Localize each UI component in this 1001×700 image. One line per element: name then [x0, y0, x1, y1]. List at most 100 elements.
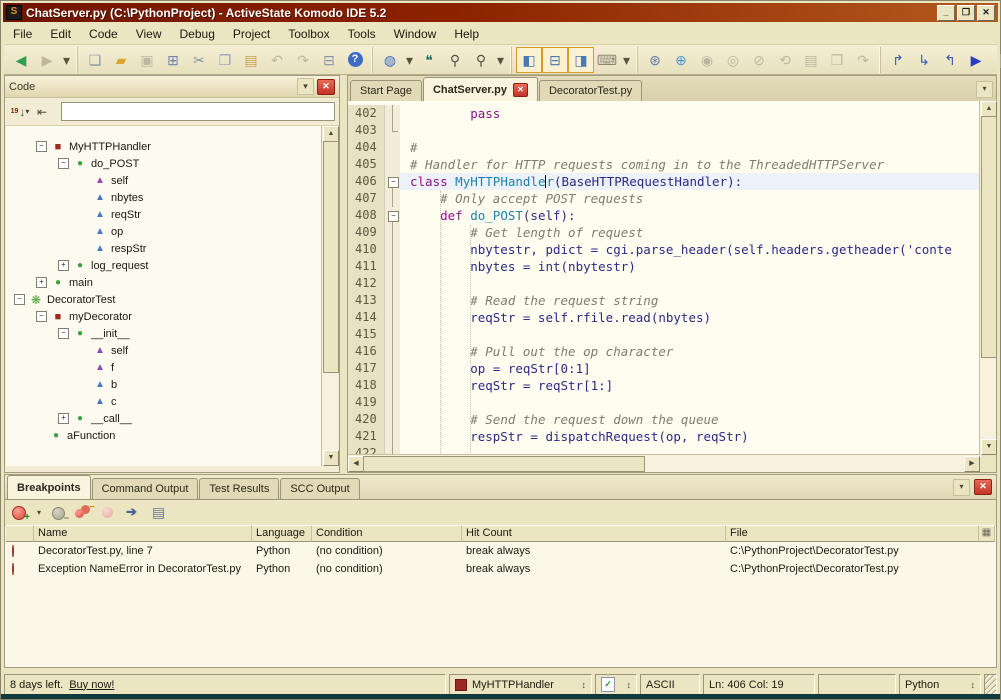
find-in-files-button[interactable]: ⚲	[468, 47, 494, 73]
code-panel-dropdown[interactable]: ▾	[297, 78, 314, 95]
breakpoint-properties-button[interactable]	[148, 503, 170, 523]
code-line-412[interactable]: 412	[348, 275, 980, 292]
column-header-language[interactable]: Language	[252, 525, 312, 542]
tree-item-init[interactable]: −●__init__	[6, 325, 321, 342]
tree-item-main[interactable]: +●main	[6, 274, 321, 291]
cut-button[interactable]: ✂	[186, 47, 212, 73]
toggle-left-pane-button[interactable]: ◧	[516, 47, 542, 73]
debug-rerun-button[interactable]: ↷	[850, 47, 876, 73]
section-segment[interactable]: MyHTTPHandler ↕	[449, 674, 592, 695]
tab-decoratortest-py[interactable]: DecoratorTest.py	[539, 80, 642, 101]
code-line-404[interactable]: 404#	[348, 139, 980, 156]
show-current-statement-button[interactable]: ▤	[798, 47, 824, 73]
tree-expander-icon[interactable]: −	[14, 294, 25, 305]
code-line-417[interactable]: 417 op = reqStr[0:1]	[348, 360, 980, 377]
tree-expander-icon[interactable]: +	[36, 277, 47, 288]
scroll-up-icon[interactable]: ▲	[323, 126, 339, 142]
code-line-415[interactable]: 415	[348, 326, 980, 343]
go-continue-button[interactable]: ▶	[963, 47, 989, 73]
toggle-right-pane-button[interactable]: ◨	[568, 47, 594, 73]
tab-list-dropdown[interactable]: ▾	[976, 81, 993, 98]
column-picker-button[interactable]: ▦	[979, 525, 995, 542]
editor-vscroll-thumb[interactable]	[981, 116, 997, 358]
tab-breakpoints[interactable]: Breakpoints	[7, 475, 91, 499]
preview-in-browser-button[interactable]: ◍	[377, 47, 403, 73]
column-header-file[interactable]: File	[726, 525, 979, 542]
breakpoint-row[interactable]: DecoratorTest.py, line 7Python(no condit…	[6, 542, 995, 560]
tree-expander-icon[interactable]: −	[36, 311, 47, 322]
menu-help[interactable]: Help	[445, 25, 488, 43]
code-line-421[interactable]: 421 respStr = dispatchRequest(op, reqStr…	[348, 428, 980, 445]
column-header-icon[interactable]	[6, 525, 34, 542]
editor-surface[interactable]: 402 pass403404#405# Handler for HTTP req…	[348, 101, 980, 455]
encoding-segment[interactable]: ASCII	[640, 674, 700, 695]
close-button[interactable]: ✕	[977, 5, 995, 21]
forward-history-dropdown[interactable]: ▾	[60, 47, 73, 73]
scroll-right-icon[interactable]: ▶	[964, 456, 980, 472]
debug-detach-button[interactable]: ◎	[720, 47, 746, 73]
tab-test-results[interactable]: Test Results	[199, 478, 279, 499]
section-spinner-icon[interactable]: ↕	[576, 680, 587, 690]
new-file-button[interactable]: ❏	[82, 47, 108, 73]
code-line-407[interactable]: 407 # Only accept POST requests	[348, 190, 980, 207]
copy-button[interactable]: ❐	[212, 47, 238, 73]
paste-button[interactable]: ▤	[238, 47, 264, 73]
editor-hscroll-thumb[interactable]	[363, 456, 645, 472]
minimize-button[interactable]: _	[937, 5, 955, 21]
open-remote-file-button[interactable]: ⊛	[642, 47, 668, 73]
debug-delete-button[interactable]: ⊘	[746, 47, 772, 73]
tab-close-button[interactable]: ✕	[513, 83, 528, 97]
buy-now-link[interactable]: Buy now!	[69, 679, 114, 691]
tab-scc-output[interactable]: SCC Output	[280, 478, 359, 499]
code-line-406[interactable]: 406class MyHTTPHandler(BaseHTTPRequestHa…	[348, 173, 980, 190]
tree-expander-icon[interactable]: +	[58, 413, 69, 424]
tree-item-dopost[interactable]: −●do_POST	[6, 155, 321, 172]
tree-item-self[interactable]: ▲self	[6, 172, 321, 189]
scroll-down-icon[interactable]: ▼	[981, 439, 997, 455]
code-panel-close-button[interactable]: ✕	[317, 79, 335, 95]
tree-item-b[interactable]: ▲b	[6, 376, 321, 393]
language-segment[interactable]: Python ↕	[899, 674, 981, 695]
new-tool-button[interactable]: ⊕	[668, 47, 694, 73]
tree-item-logrequest[interactable]: +●log_request	[6, 257, 321, 274]
tree-expander-icon[interactable]: −	[58, 158, 69, 169]
sort-order-button[interactable]: 19↓▾	[9, 102, 31, 122]
fold-collapse-icon[interactable]	[384, 207, 400, 224]
tree-item-op[interactable]: ▲op	[6, 223, 321, 240]
tree-item-mydecorator[interactable]: −■myDecorator	[6, 308, 321, 325]
code-line-410[interactable]: 410 nbytestr, pdict = cgi.parse_header(s…	[348, 241, 980, 258]
fold-collapse-icon[interactable]	[384, 173, 400, 190]
tree-scroll-thumb[interactable]	[323, 141, 339, 373]
code-line-408[interactable]: 408 def do_POST(self):	[348, 207, 980, 224]
browser-dropdown[interactable]: ▾	[403, 47, 416, 73]
tree-item-c[interactable]: ▲c	[6, 393, 321, 410]
toggle-breakpoint-state-button[interactable]	[98, 503, 120, 523]
tree-item-respstr[interactable]: ▲respStr	[6, 240, 321, 257]
open-file-button[interactable]: ▰	[108, 47, 134, 73]
tree-expander-icon[interactable]: −	[58, 328, 69, 339]
menu-code[interactable]: Code	[80, 25, 127, 43]
menu-file[interactable]: File	[4, 25, 41, 43]
menu-debug[interactable]: Debug	[171, 25, 224, 43]
tree-expander-icon[interactable]: +	[58, 260, 69, 271]
resize-grip[interactable]	[984, 674, 997, 695]
column-header-name[interactable]: Name	[34, 525, 252, 542]
keybinding-dropdown[interactable]: ▾	[620, 47, 633, 73]
step-into-button[interactable]: ↳	[911, 47, 937, 73]
code-line-402[interactable]: 402 pass	[348, 105, 980, 122]
code-line-403[interactable]: 403	[348, 122, 980, 139]
code-line-414[interactable]: 414 reqStr = self.rfile.read(nbytes)	[348, 309, 980, 326]
locate-symbol-button[interactable]: ⇤	[31, 102, 53, 122]
pause-button[interactable]: ∥	[989, 47, 1001, 73]
step-over-button[interactable]: ↱	[885, 47, 911, 73]
code-tree-scrollbar[interactable]: ▲ ▼	[321, 126, 338, 466]
step-out-button[interactable]: ↰	[937, 47, 963, 73]
back-button[interactable]: ◀	[8, 47, 34, 73]
editor-vertical-scrollbar[interactable]: ▲ ▼	[979, 101, 996, 455]
help-button[interactable]: ?	[342, 47, 368, 73]
save-button[interactable]: ▣	[134, 47, 160, 73]
find-dropdown[interactable]: ▾	[494, 47, 507, 73]
tree-item-myhttphandler[interactable]: −■MyHTTPHandler	[6, 138, 321, 155]
save-all-button[interactable]: ⊞	[160, 47, 186, 73]
code-line-416[interactable]: 416 # Pull out the op character	[348, 343, 980, 360]
